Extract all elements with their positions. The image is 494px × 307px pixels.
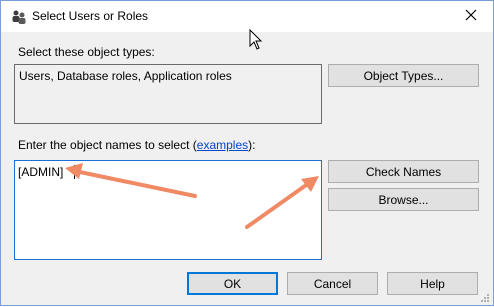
window-title: Select Users or Roles [32, 9, 149, 23]
check-names-button[interactable]: Check Names [328, 160, 479, 183]
object-types-label: Select these object types: [18, 45, 155, 59]
users-icon [11, 9, 27, 25]
close-button[interactable] [448, 1, 493, 32]
cancel-button[interactable]: Cancel [287, 272, 378, 295]
resize-grip-icon[interactable] [480, 292, 490, 302]
text-caret [74, 165, 75, 179]
object-names-value: [ADMIN] [18, 165, 64, 179]
object-types-value: Users, Database roles, Application roles [19, 69, 232, 83]
close-icon [465, 9, 477, 24]
examples-link[interactable]: examples [197, 138, 248, 152]
ok-button[interactable]: OK [187, 272, 278, 295]
mouse-cursor-icon [249, 28, 263, 51]
object-names-input[interactable]: [ADMIN] [14, 160, 322, 260]
select-users-dialog: Select Users or Roles Select these objec… [0, 0, 494, 306]
title-bar[interactable]: Select Users or Roles [1, 1, 493, 32]
browse-button[interactable]: Browse... [328, 188, 479, 211]
object-names-label: Enter the object names to select (exampl… [18, 138, 256, 152]
help-button[interactable]: Help [387, 272, 478, 295]
object-types-display: Users, Database roles, Application roles [14, 64, 322, 124]
object-types-button[interactable]: Object Types... [328, 64, 479, 87]
